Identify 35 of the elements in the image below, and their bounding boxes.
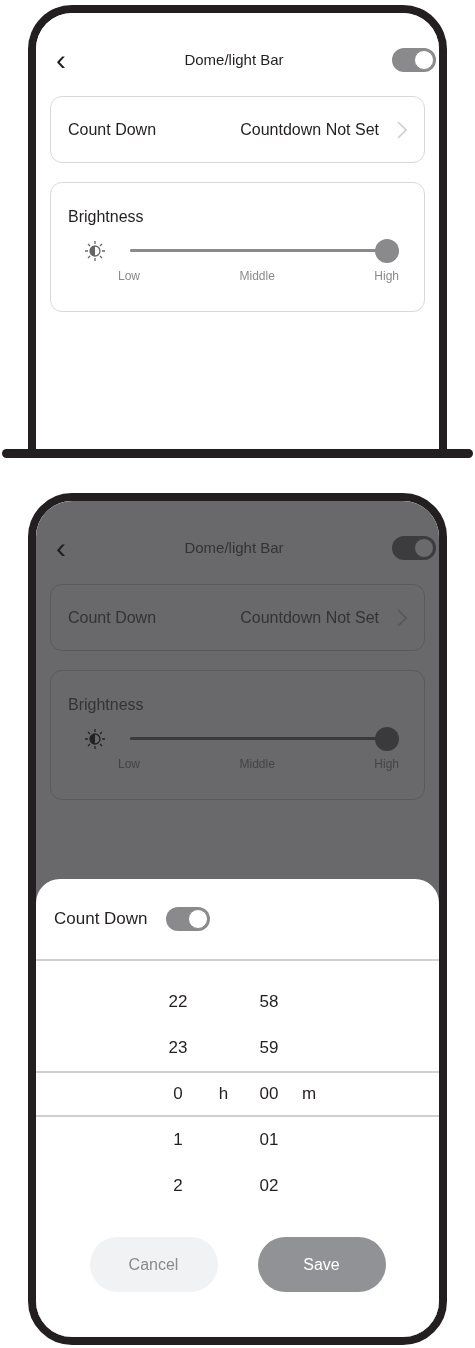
card-title: Brightness — [68, 207, 145, 227]
countdown-row[interactable]: Count Down Countdown Not Set — [50, 96, 425, 163]
minute-value: 01 — [258, 1129, 280, 1152]
slider-thumb[interactable] — [375, 239, 399, 263]
picker-row[interactable]: 2 02 — [36, 1163, 439, 1209]
slider-label: Low — [118, 268, 140, 285]
row-value: Countdown Not Set — [240, 119, 379, 140]
minute-value: 00 — [258, 1083, 280, 1106]
minute-value: 59 — [258, 1037, 280, 1060]
picker-row[interactable]: 1 01 — [36, 1117, 439, 1163]
brightness-icon — [84, 240, 106, 262]
slider-label: High — [374, 268, 399, 285]
toggle-switch[interactable] — [392, 48, 436, 72]
hour-value: 0 — [172, 1083, 184, 1106]
hour-value: 22 — [167, 991, 189, 1014]
row-label: Count Down — [68, 119, 157, 140]
toggle-switch[interactable] — [165, 907, 210, 931]
hour-unit: h — [218, 1084, 229, 1104]
screen-title: Dome/light Bar — [183, 49, 285, 70]
minute-value: 58 — [258, 991, 280, 1014]
brightness-icon — [84, 728, 106, 750]
hour-value: 1 — [172, 1129, 184, 1152]
back-button[interactable]: ‹ — [56, 45, 76, 75]
minute-unit: m — [301, 1084, 317, 1104]
hour-value: 2 — [172, 1175, 184, 1198]
slider-label: Middle — [239, 268, 275, 285]
hour-value: 23 — [167, 1037, 189, 1060]
picker-row[interactable]: 23 59 — [36, 1025, 439, 1071]
picker-row[interactable]: 0 h 00 m — [36, 1071, 439, 1117]
picker-row[interactable]: 22 58 — [36, 979, 439, 1025]
chevron-icon — [397, 120, 407, 139]
slider-thumb[interactable] — [375, 727, 399, 751]
sheet-title: Count Down — [54, 908, 148, 931]
toggle-switch[interactable] — [392, 536, 436, 560]
minute-value: 02 — [258, 1175, 280, 1198]
